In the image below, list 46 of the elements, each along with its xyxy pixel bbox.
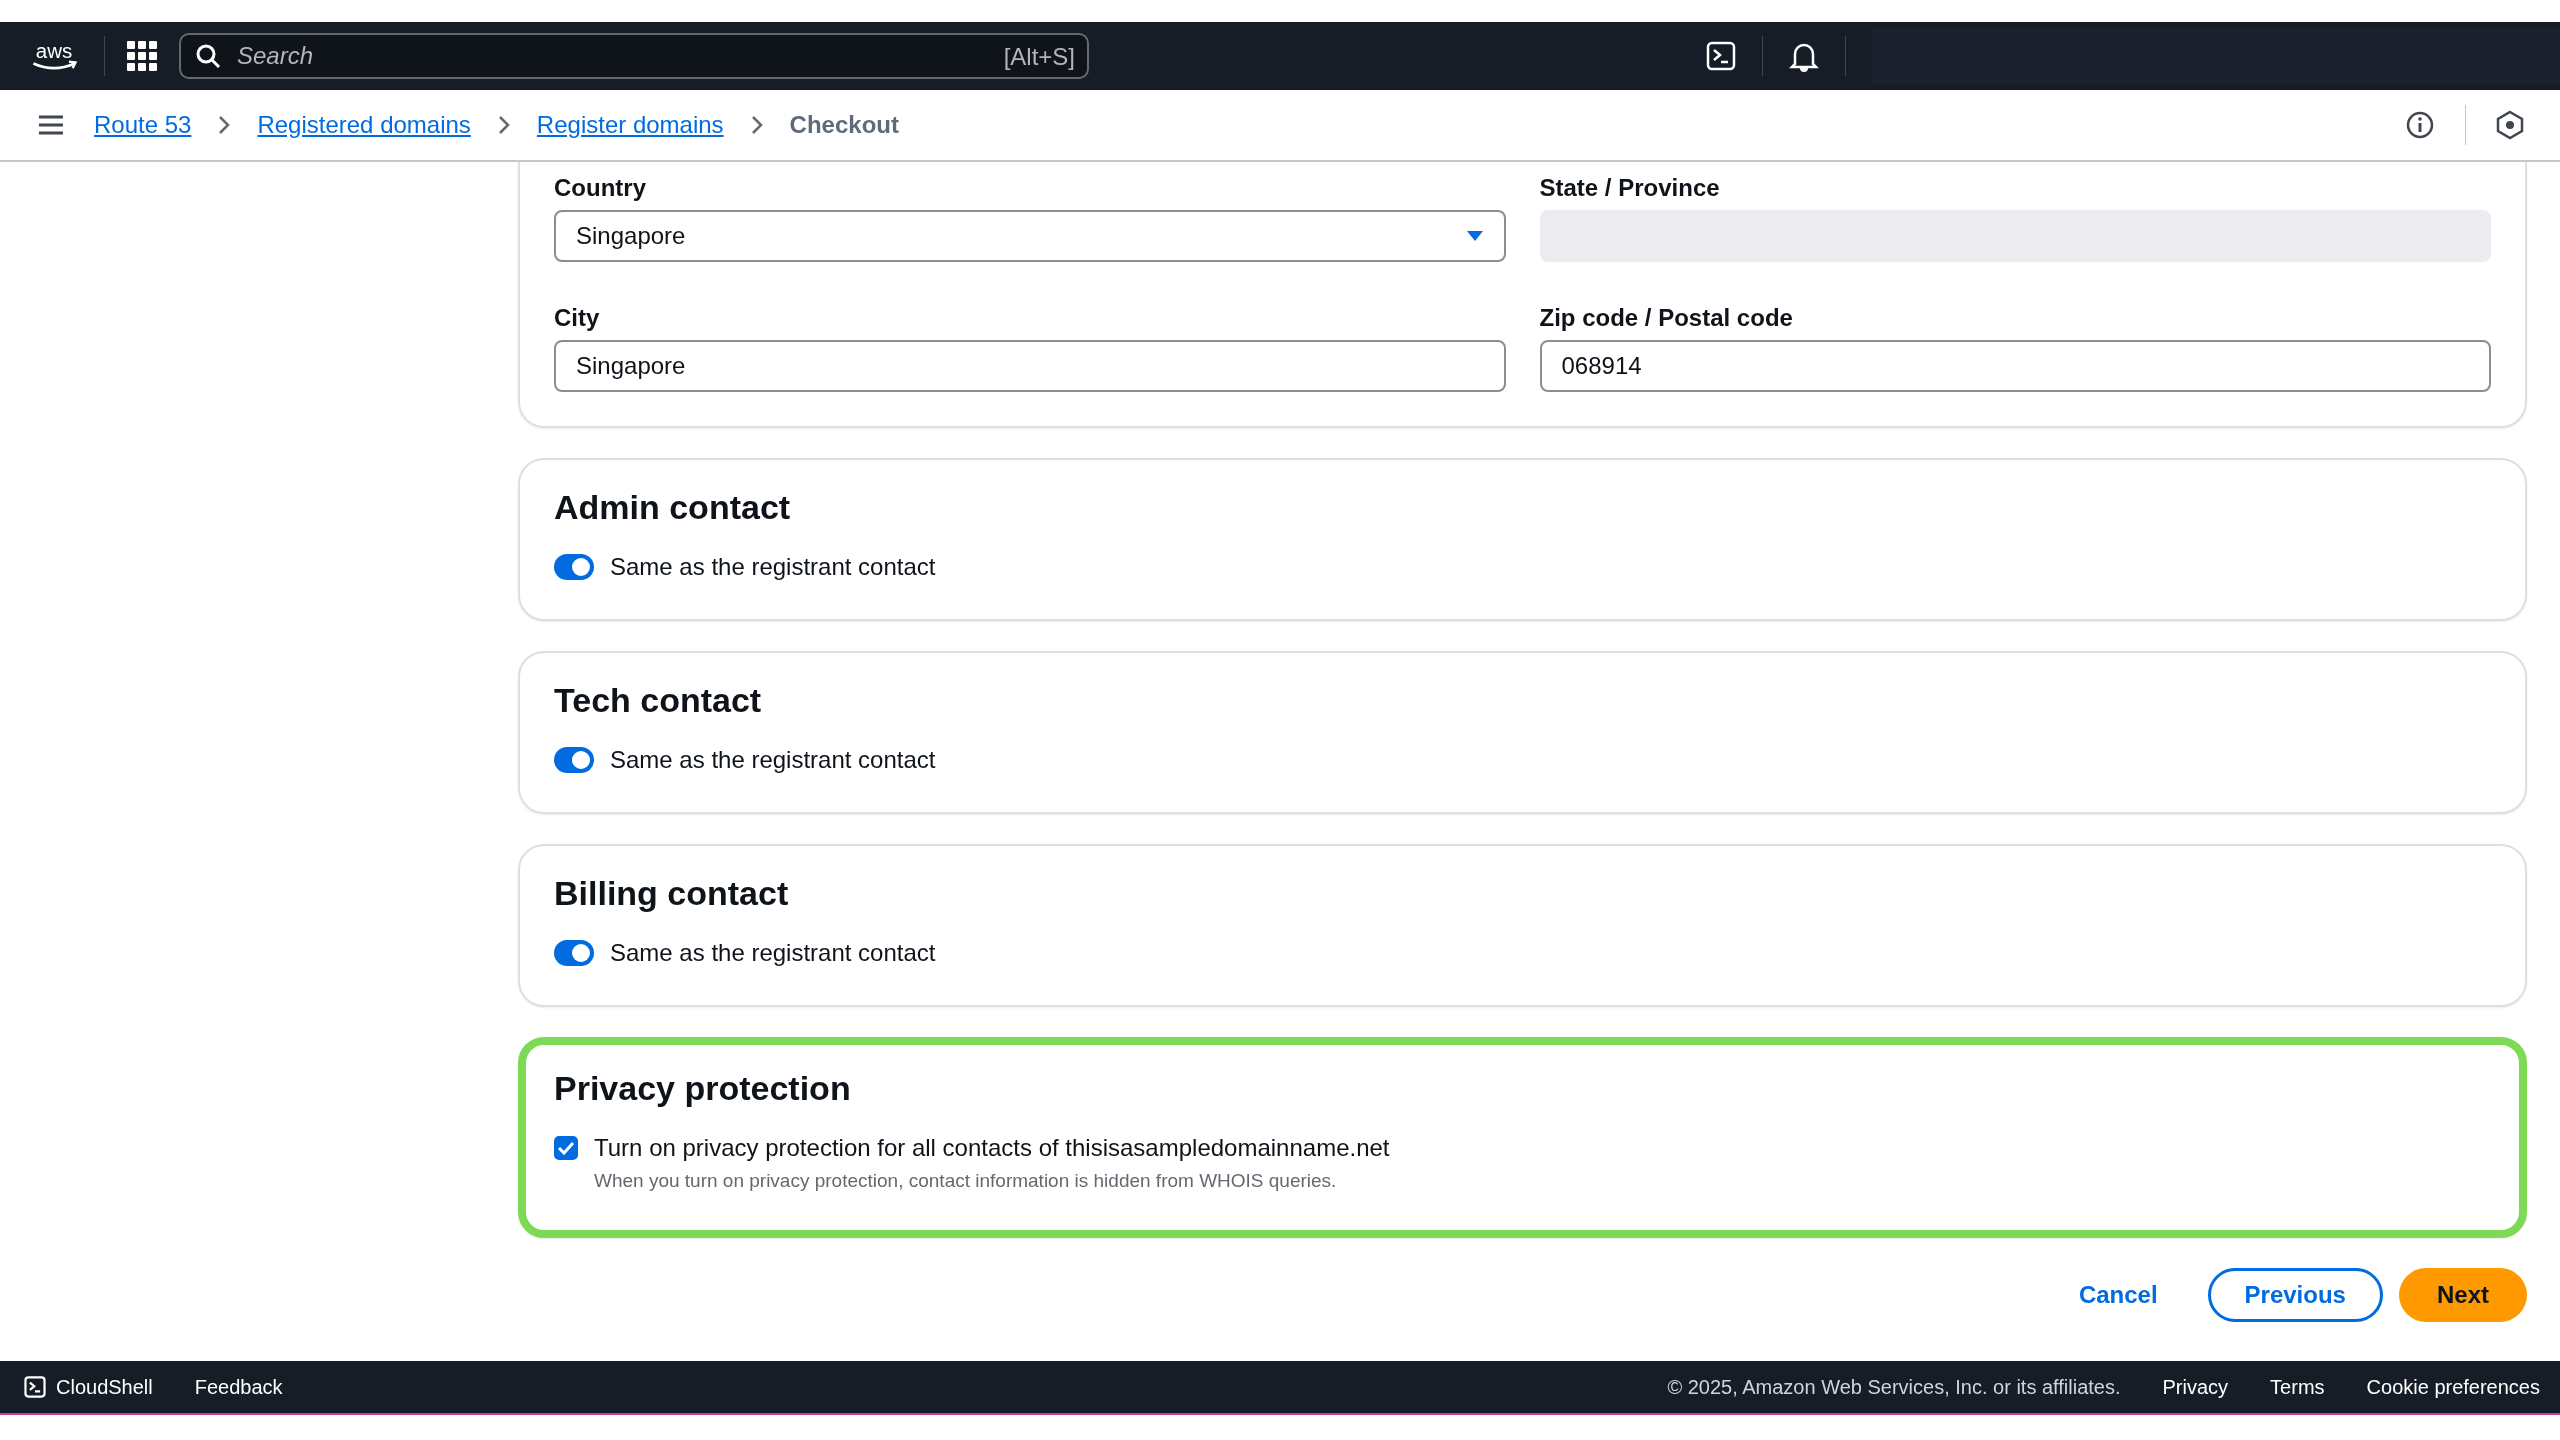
breadcrumb-current: Checkout (789, 111, 899, 139)
cancel-button[interactable]: Cancel (2044, 1268, 2192, 1322)
input-field[interactable]: Singapore (554, 340, 1506, 392)
field-label: State / Province (1539, 174, 1721, 202)
breadcrumb-link[interactable]: Registered domains (257, 111, 471, 139)
shortcut-hint: [Alt+S] (1003, 43, 1075, 71)
section-heading: Privacy protection (554, 1069, 852, 1108)
footer-link[interactable]: Privacy (2162, 1375, 2229, 1399)
terminal-icon (24, 1376, 46, 1398)
section-heading: Billing contact (554, 874, 790, 913)
menu-icon[interactable] (38, 114, 64, 136)
country-select[interactable]: Singapore (554, 210, 1506, 262)
toggle-label: Same as the registrant contact (610, 939, 936, 967)
dropdown-caret-icon (1465, 230, 1484, 242)
next-button[interactable]: Next (2398, 1268, 2527, 1322)
toggle-switch[interactable] (554, 554, 594, 580)
section-heading: Admin contact (554, 488, 792, 527)
apps-grid-icon[interactable] (127, 41, 157, 71)
section-heading: Tech contact (554, 681, 763, 720)
input-field[interactable]: 068914 (1539, 340, 2491, 392)
checkbox[interactable] (554, 1136, 578, 1160)
field-label: Zip code / Postal code (1539, 304, 1794, 332)
chevron-right-icon (496, 114, 511, 136)
footer-link[interactable]: Cookie preferences (2366, 1375, 2540, 1399)
breadcrumb-link[interactable]: Register domains (536, 111, 724, 139)
breadcrumb-link[interactable]: Route 53 (94, 111, 192, 139)
footer-link[interactable]: Terms (2270, 1375, 2325, 1399)
copyright-text: © 2025, Amazon Web Services, Inc. or its affiliates. (1667, 1375, 2121, 1399)
previous-button[interactable]: Previous (2207, 1268, 2383, 1322)
search-icon (195, 43, 221, 69)
checkbox-label: Turn on privacy protection for all contacts of thisisasampledomainname.net (594, 1134, 1390, 1162)
description-text: When you turn on privacy protection, contact information is hidden from WHOIS queries. (594, 1170, 1338, 1192)
toggle-label: Same as the registrant contact (610, 553, 936, 581)
checkmark-icon (557, 1141, 575, 1155)
chevron-right-icon (217, 114, 232, 136)
toggle-label: Same as the registrant contact (610, 746, 936, 774)
cloudshell-link[interactable]: CloudShell (24, 1375, 153, 1399)
field-label: City (554, 304, 601, 332)
hexagon-settings-icon[interactable] (2496, 110, 2524, 140)
chevron-right-icon (749, 114, 764, 136)
feedback-link[interactable]: Feedback (194, 1375, 283, 1399)
terminal-icon[interactable] (1706, 41, 1736, 71)
info-icon[interactable] (2405, 110, 2435, 140)
toggle-switch[interactable] (554, 940, 594, 966)
toggle-switch[interactable] (554, 747, 594, 773)
field-label: Country (554, 174, 647, 202)
